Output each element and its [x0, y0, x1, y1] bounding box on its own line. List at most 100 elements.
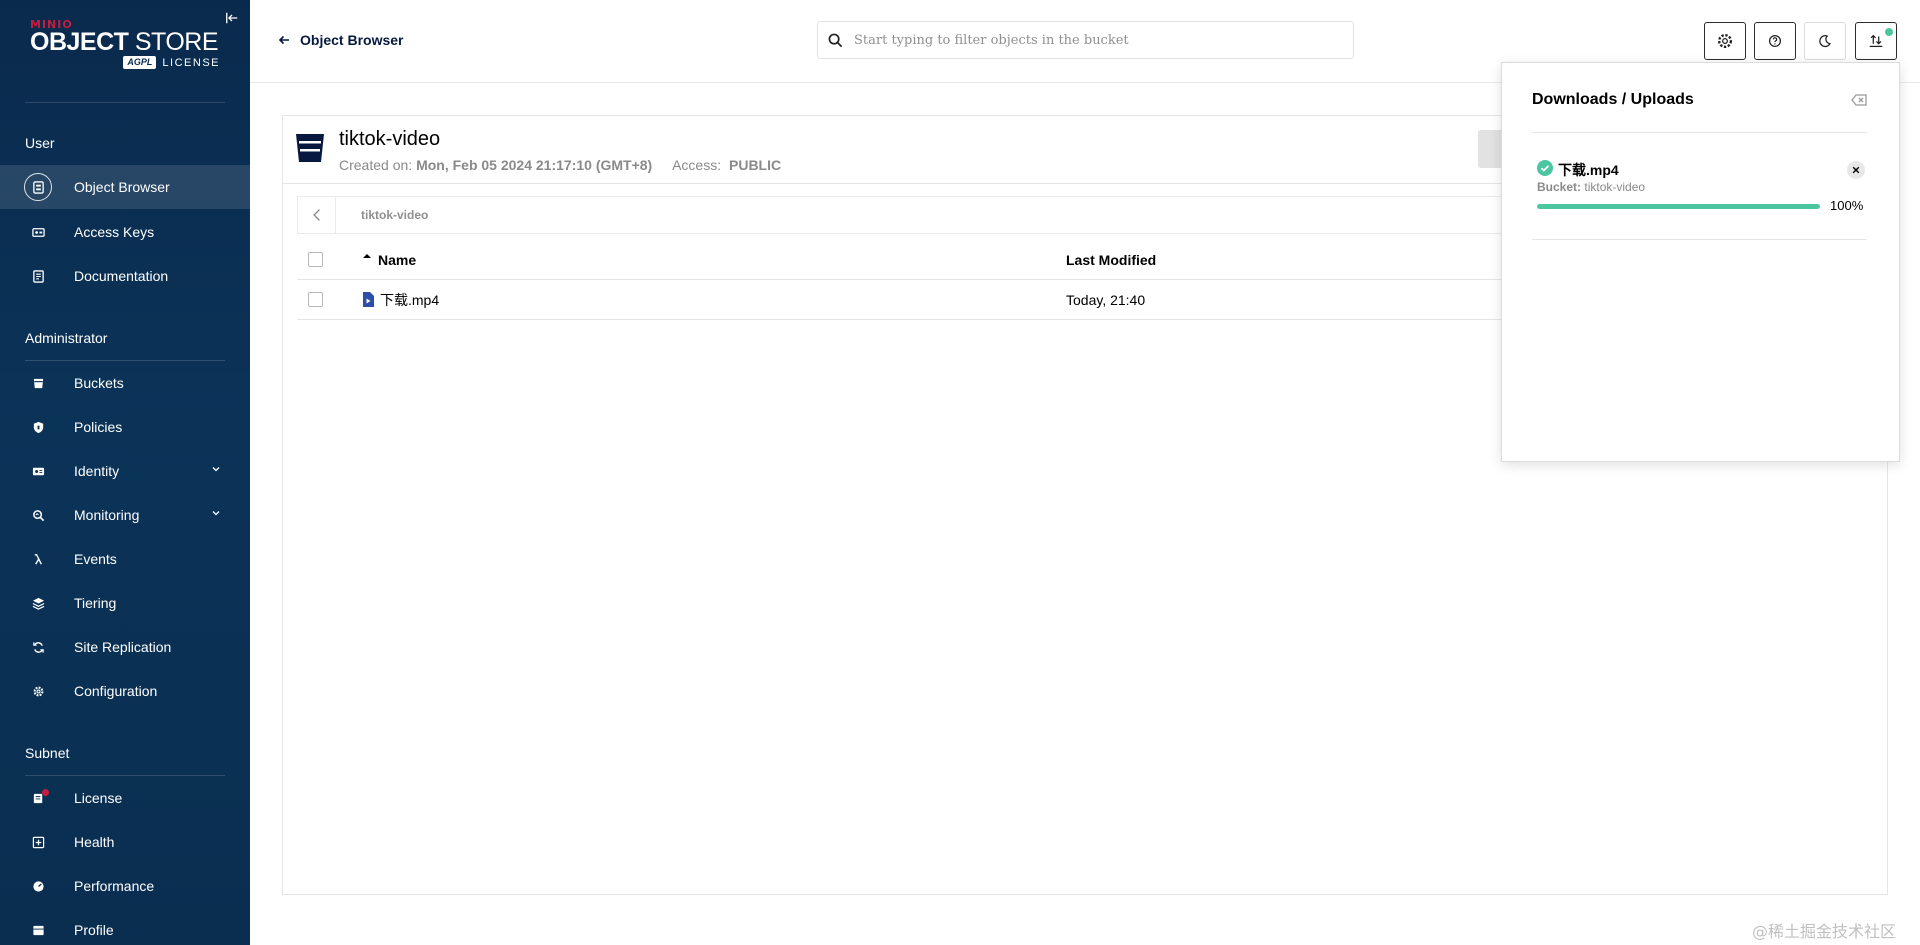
select-all-checkbox[interactable]	[308, 252, 323, 267]
section-title-subnet: Subnet	[25, 745, 70, 761]
transfer-bucket: Bucket: tiktok-video	[1537, 180, 1646, 194]
object-modified-cell: Today, 21:40	[1066, 291, 1146, 308]
sidebar-item-documentation[interactable]: Documentation	[0, 254, 250, 298]
clear-all-icon[interactable]	[1851, 93, 1867, 107]
help-icon	[1768, 34, 1782, 48]
breadcrumb-path[interactable]: tiktok-video	[361, 208, 428, 222]
bucket-access-value: PUBLIC	[729, 157, 782, 173]
bucket-icon	[24, 369, 52, 397]
transfer-progress-fill	[1537, 204, 1820, 209]
sidebar-item-license[interactable]: License	[0, 776, 250, 820]
documentation-icon	[24, 262, 52, 290]
row-checkbox[interactable]	[308, 292, 323, 307]
profile-icon	[24, 916, 52, 944]
identity-icon	[24, 457, 52, 485]
sidebar-item-performance[interactable]: Performance	[0, 864, 250, 908]
bucket-created-date: Mon, Feb 05 2024 21:17:10 (GMT+8)	[416, 157, 653, 173]
check-circle-icon	[1537, 160, 1553, 176]
sidebar-item-events[interactable]: Events	[0, 537, 250, 581]
sidebar-item-policies[interactable]: Policies	[0, 405, 250, 449]
object-browser-icon	[24, 173, 52, 201]
sidebar-item-label: Performance	[74, 878, 155, 894]
sidebar: MINIO OBJECT STORE AGPL LICENSE User Obj…	[0, 0, 250, 945]
lambda-icon	[24, 545, 52, 573]
monitoring-icon	[24, 501, 52, 529]
sidebar-item-label: Events	[74, 551, 117, 567]
sidebar-item-label: Tiering	[74, 595, 117, 611]
logo-product-text: OBJECT STORE	[30, 28, 219, 56]
collapse-sidebar-icon[interactable]	[225, 11, 241, 27]
performance-icon	[24, 872, 52, 900]
access-keys-icon	[24, 218, 52, 246]
sidebar-divider	[25, 102, 225, 103]
logo-license-text: LICENSE	[162, 56, 220, 69]
panel-divider	[1532, 239, 1867, 240]
sidebar-item-object-browser[interactable]: Object Browser	[0, 165, 250, 209]
sidebar-item-label: Object Browser	[74, 179, 170, 195]
panel-divider	[1532, 132, 1867, 133]
gear-icon	[1717, 33, 1733, 49]
sidebar-item-label: License	[74, 790, 123, 806]
health-icon	[24, 828, 52, 856]
sidebar-item-label: Buckets	[74, 375, 124, 391]
sidebar-item-label: Configuration	[74, 683, 158, 699]
policy-icon	[24, 413, 52, 441]
sidebar-item-label: Access Keys	[74, 224, 155, 240]
sidebar-item-identity[interactable]: Identity	[0, 449, 250, 493]
sidebar-item-configuration[interactable]: Configuration	[0, 669, 250, 713]
arrow-left-icon	[278, 35, 289, 45]
bucket-title: tiktok-video	[339, 128, 441, 150]
sidebar-item-label: Documentation	[74, 268, 169, 284]
transfer-item: 下载.mp4 Bucket: tiktok-video 100%	[1537, 158, 1867, 238]
chevron-left-icon	[312, 209, 320, 221]
transfer-file-name: 下载.mp4	[1558, 162, 1619, 178]
watermark: @稀土掘金技术社区	[1752, 922, 1897, 941]
remove-transfer-button[interactable]	[1847, 161, 1865, 179]
downloads-uploads-button[interactable]	[1855, 22, 1897, 60]
transfer-progress-bar	[1537, 204, 1820, 209]
sidebar-item-label: Site Replication	[74, 639, 172, 655]
object-name-cell[interactable]: 下载.mp4	[362, 290, 439, 310]
sidebar-item-profile[interactable]: Profile	[0, 908, 250, 945]
replication-icon	[24, 633, 52, 661]
sidebar-item-label: Health	[74, 834, 115, 850]
sidebar-item-monitoring[interactable]: Monitoring	[0, 493, 250, 537]
moon-icon	[1819, 35, 1831, 48]
sidebar-item-access-keys[interactable]: Access Keys	[0, 210, 250, 254]
sidebar-item-buckets[interactable]: Buckets	[0, 361, 250, 405]
sidebar-item-label: Monitoring	[74, 507, 140, 523]
section-title-user: User	[25, 135, 55, 151]
gear-icon	[24, 677, 52, 705]
video-file-icon	[363, 292, 374, 307]
search-input[interactable]	[854, 32, 1334, 48]
tiering-icon	[24, 589, 52, 617]
breadcrumb-back-button[interactable]	[298, 197, 336, 233]
column-header-last-modified[interactable]: Last Modified	[1066, 252, 1156, 268]
sidebar-item-label: Profile	[74, 922, 114, 938]
close-icon	[1852, 166, 1860, 174]
chevron-down-icon[interactable]	[210, 463, 222, 475]
settings-button[interactable]	[1704, 22, 1746, 60]
downloads-uploads-panel: Downloads / Uploads 下载.mp4 Bucket: tikto…	[1501, 62, 1900, 462]
downloads-panel-title: Downloads / Uploads	[1532, 91, 1694, 108]
transfer-progress-text: 100%	[1830, 198, 1864, 213]
object-filter-search[interactable]	[817, 21, 1354, 59]
help-button[interactable]	[1754, 22, 1796, 60]
sidebar-item-health[interactable]: Health	[0, 820, 250, 864]
chevron-down-icon[interactable]	[210, 507, 222, 519]
sort-ascending-icon	[363, 253, 371, 258]
search-icon	[828, 33, 843, 47]
license-icon	[24, 784, 52, 812]
transfer-icon	[1869, 34, 1883, 48]
back-to-object-browser-link[interactable]: Object Browser	[278, 32, 403, 48]
bucket-meta: Created on: Mon, Feb 05 2024 21:17:10 (G…	[339, 157, 782, 173]
section-title-administrator: Administrator	[25, 330, 108, 346]
sidebar-item-site-replication[interactable]: Site Replication	[0, 625, 250, 669]
dark-mode-button[interactable]	[1804, 22, 1846, 60]
bucket-icon	[296, 134, 324, 162]
column-header-name[interactable]: Name	[362, 252, 416, 268]
sidebar-item-tiering[interactable]: Tiering	[0, 581, 250, 625]
transfer-status-dot	[1885, 28, 1893, 36]
minio-logo[interactable]: MINIO OBJECT STORE AGPL LICENSE	[30, 18, 220, 69]
back-link-label: Object Browser	[300, 32, 404, 48]
